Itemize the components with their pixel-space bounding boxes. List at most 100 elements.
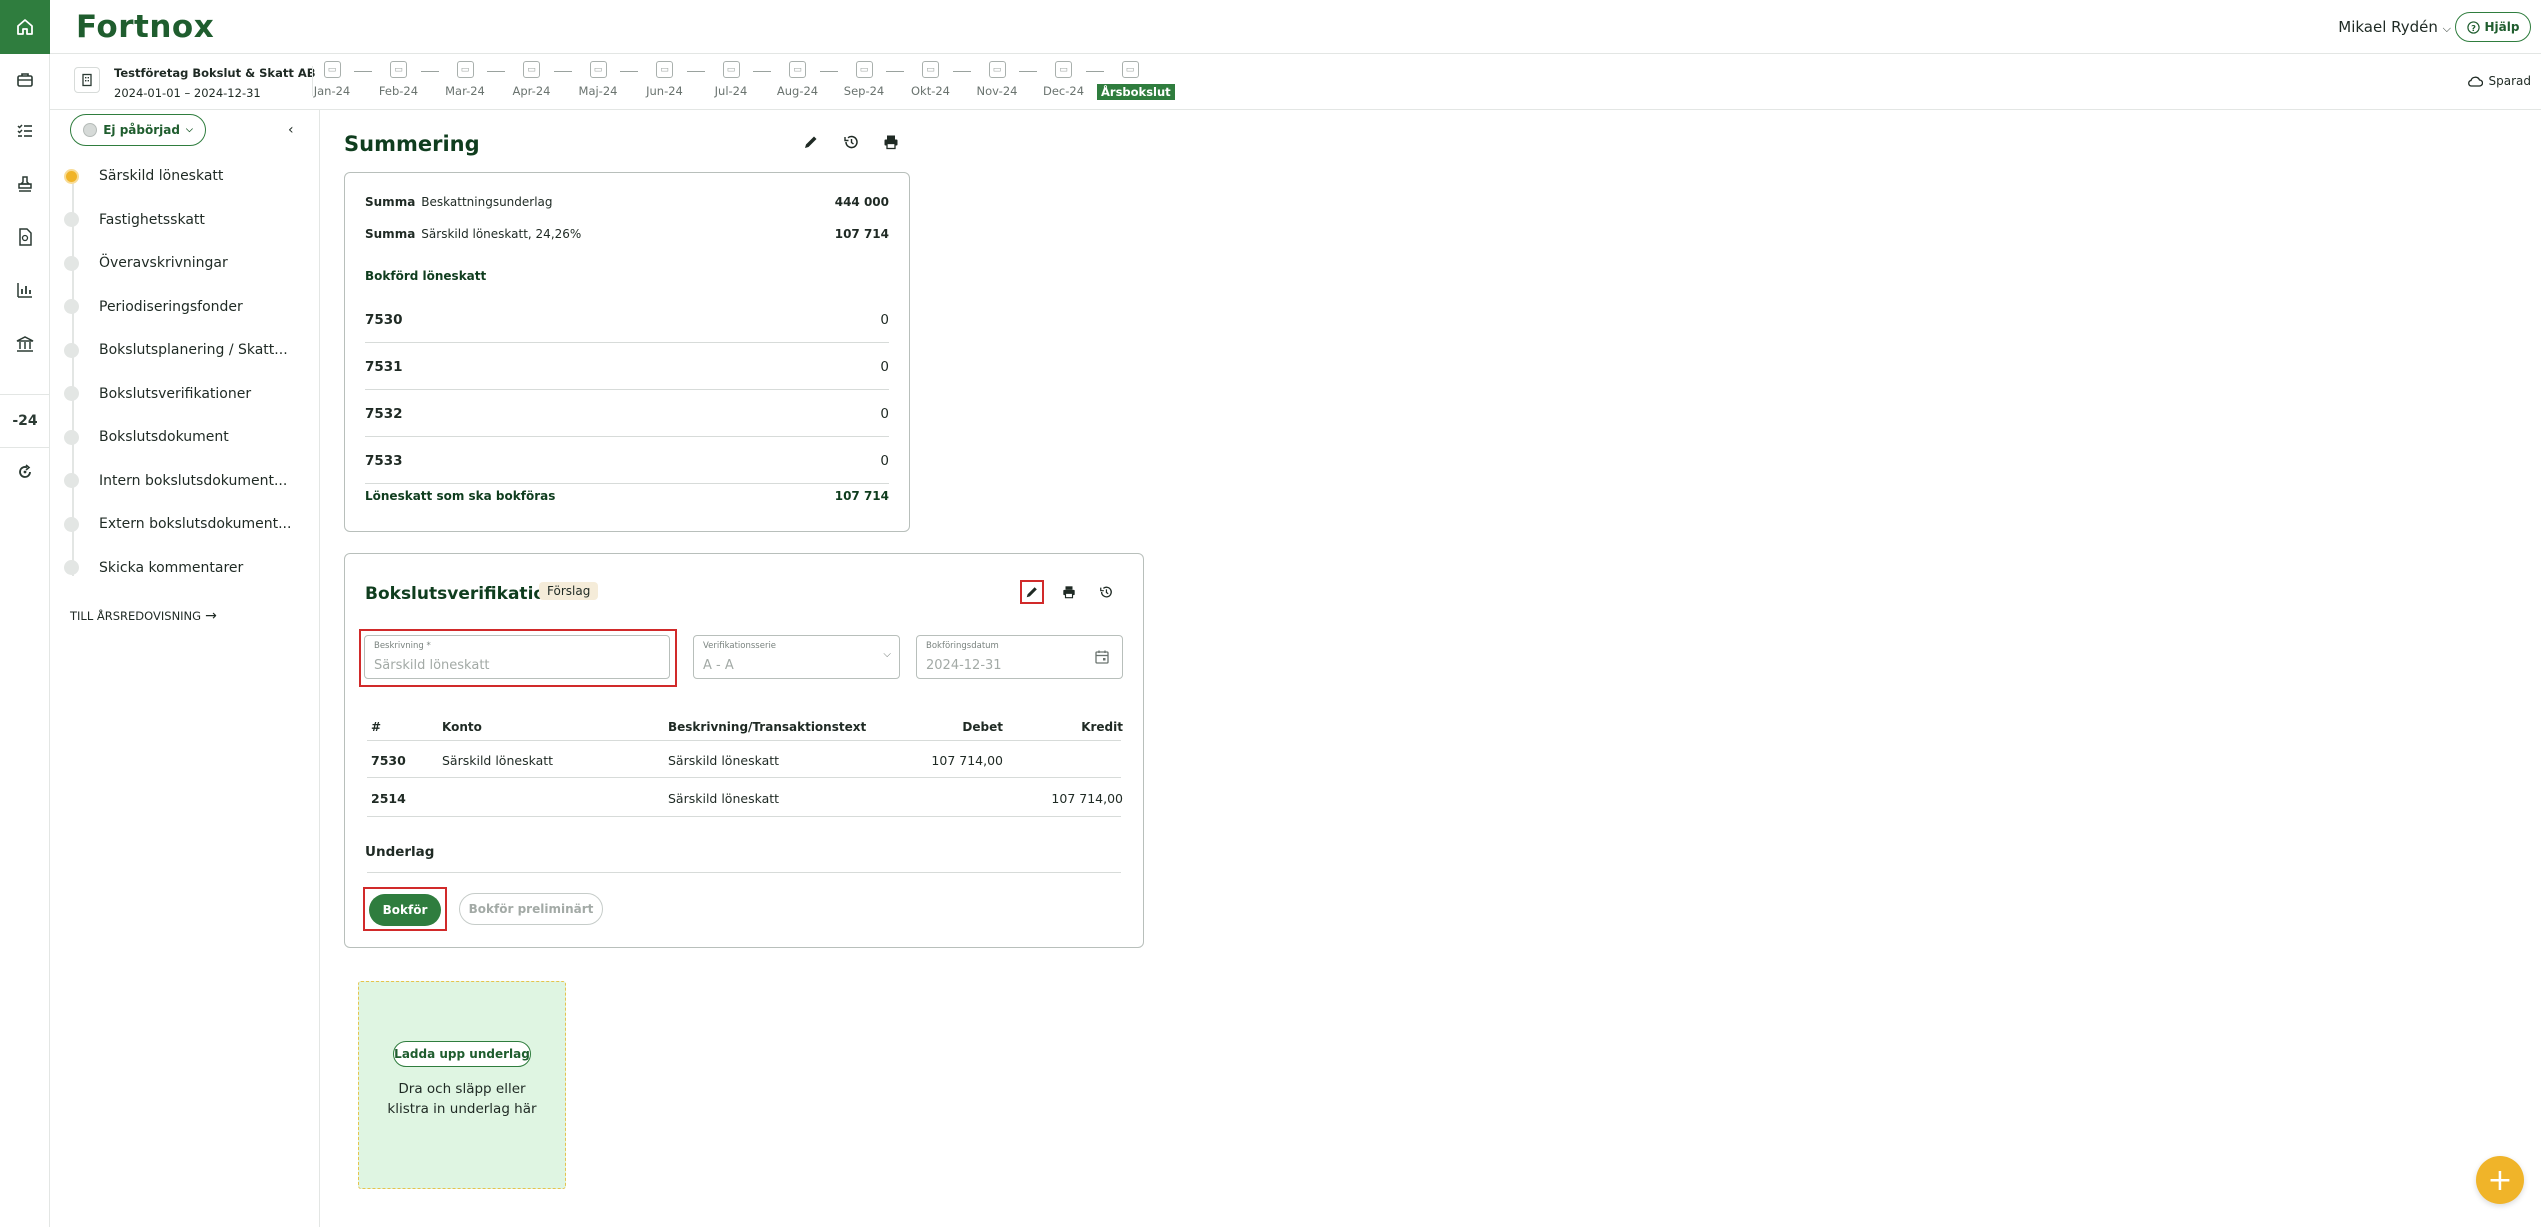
print-icon[interactable] (879, 130, 903, 154)
fortnox-logo[interactable]: Fortnox (76, 9, 214, 45)
sidebar-step-item[interactable]: Bokslutsverifikationer (64, 382, 251, 406)
row-credit: 107 714,00 (1051, 791, 1123, 806)
divider (367, 872, 1121, 873)
month-4[interactable]: ▭ Apr-24 (499, 61, 565, 98)
help-label: Hjälp (2484, 20, 2520, 34)
summary-row-label: Beskattningsunderlag (421, 195, 553, 209)
lock-icon: ▭ (456, 61, 474, 78)
month-9[interactable]: ▭ Sep-24 (831, 61, 897, 98)
table-row[interactable]: 7530 Särskild löneskatt Särskild löneskatt… (367, 740, 1121, 778)
sidebar-step-item[interactable]: Bokslutsdokument (64, 425, 229, 449)
document-icon[interactable] (0, 219, 50, 255)
collapse-sidebar-icon[interactable]: ‹ (288, 122, 294, 138)
checklist-icon[interactable] (0, 113, 50, 149)
print-icon[interactable] (1058, 581, 1080, 603)
summary-row-prefix: Summa (365, 195, 416, 209)
sidebar-step-item[interactable]: Extern bokslutsdokument... (64, 512, 291, 536)
history-icon[interactable] (839, 130, 863, 154)
history-icon[interactable] (1095, 581, 1117, 603)
bar-chart-icon[interactable] (0, 272, 50, 308)
status-dropdown[interactable]: Ej påbörjad ⌵ (70, 114, 206, 146)
year-selector[interactable]: -24 (0, 394, 50, 448)
sidebar-step-item[interactable]: Skicka kommentarer (64, 556, 243, 580)
upload-button[interactable]: Ladda upp underlag (393, 1041, 531, 1067)
month-label: Sep-24 (843, 84, 885, 98)
account-row: 7531 0 (365, 344, 889, 390)
col-header-credit: Kredit (1081, 720, 1123, 734)
series-select[interactable]: Verifikationsserie A - A ⌵ (693, 635, 900, 679)
status-dot-icon (83, 123, 98, 137)
chevron-down-icon: ⌵ (2442, 22, 2451, 35)
description-field[interactable]: Beskrivning * Särskild löneskatt (364, 635, 670, 679)
calendar-icon[interactable] (1094, 649, 1110, 665)
table-row[interactable]: 2514 Särskild löneskatt 107 714,00 (367, 779, 1123, 817)
sidebar-step-label: Bokslutsdokument (99, 429, 229, 445)
edit-icon[interactable] (799, 130, 823, 154)
step-status-icon (64, 516, 79, 532)
refresh-icon[interactable] (0, 454, 50, 490)
row-num: 7530 (371, 753, 406, 768)
summary-card: Summa Beskattningsunderlag 444 000 Summa S… (344, 172, 910, 532)
book-button[interactable]: Bokför (369, 894, 441, 926)
summary-row-value: 444 000 (834, 195, 889, 209)
sidebar-step-label: Bokslutsverifikationer (99, 385, 252, 402)
stamp-icon[interactable] (0, 166, 50, 202)
month-12[interactable]: ▭ Dec-24 (1031, 61, 1097, 98)
month-10[interactable]: ▭ Okt-24 (898, 61, 964, 98)
verification-card: Bokslutsverifikation Förslag Beskrivning… (344, 553, 1144, 948)
month-1[interactable]: ▭ Jan-24 (299, 61, 365, 98)
lock-icon: ▭ (589, 61, 607, 78)
lock-icon: ▭ (323, 61, 341, 78)
lock-icon: ▭ (656, 61, 673, 78)
help-button[interactable]: ? Hjälp (2455, 12, 2531, 42)
month-label: Nov-24 (976, 84, 1018, 98)
cloud-icon (2467, 76, 2483, 87)
month-6[interactable]: ▭ Jun-24 (632, 61, 698, 98)
edit-icon[interactable] (1020, 580, 1044, 604)
upload-dropzone[interactable]: Ladda upp underlag Dra och släpp eller k… (358, 981, 566, 1189)
row-num: 2514 (371, 791, 406, 806)
account-value: 0 (880, 452, 889, 469)
step-status-icon (64, 168, 79, 184)
lock-icon: ▭ (1121, 61, 1139, 78)
sidebar-step-item[interactable]: Särskild löneskatt (64, 164, 223, 188)
to-annual-report-label: TILL ÅRSREDOVISNING (70, 609, 202, 623)
month-2[interactable]: ▭ Feb-24 (366, 61, 432, 98)
sidebar: Ej påbörjad ⌵ ‹ Särskild löneskatt Fastig… (50, 110, 320, 1227)
briefcase-icon[interactable] (0, 62, 50, 98)
month-13[interactable]: ▭ Årsbokslut (1097, 61, 1175, 100)
month-11[interactable]: ▭ Nov-24 (964, 61, 1030, 98)
step-status-icon (64, 473, 79, 488)
home-icon[interactable] (0, 0, 50, 54)
step-status-icon (64, 212, 79, 227)
col-header-debit: Debet (962, 720, 1003, 734)
month-label: Mar-24 (445, 84, 485, 98)
date-value[interactable]: 2024-12-31 (926, 658, 1002, 673)
to-annual-report-link[interactable]: TILL ÅRSREDOVISNING → (70, 608, 217, 624)
bank-icon[interactable] (0, 326, 50, 362)
user-menu[interactable]: Mikael Rydén ⌵ (2338, 18, 2451, 36)
add-fab-button[interactable]: + (2476, 1156, 2524, 1204)
month-5[interactable]: ▭ Maj-24 (565, 61, 631, 98)
building-icon[interactable] (74, 67, 100, 93)
sidebar-step-item[interactable]: Periodiseringsfonder (64, 295, 243, 319)
sidebar-step-item[interactable]: Intern bokslutsdokument... (64, 469, 287, 493)
page-title: Summering (344, 132, 480, 156)
book-preliminary-button[interactable]: Bokför preliminärt (459, 893, 603, 925)
col-header-account: Konto (442, 720, 482, 734)
booked-tax-heading: Bokförd löneskatt (365, 269, 487, 283)
sidebar-step-item[interactable]: Överavskrivningar (64, 251, 228, 275)
date-field[interactable]: Bokföringsdatum 2024-12-31 (916, 635, 1123, 679)
month-7[interactable]: ▭ Jul-24 (698, 61, 764, 98)
month-3[interactable]: ▭ Mar-24 (432, 61, 498, 98)
svg-text:?: ? (2471, 22, 2476, 32)
sidebar-step-item[interactable]: Bokslutsplanering / Skatt... (64, 338, 288, 362)
month-8[interactable]: ▭ Aug-24 (765, 61, 831, 98)
col-header-text: Beskrivning/Transaktionstext (668, 720, 867, 734)
description-input[interactable]: Särskild löneskatt (374, 658, 490, 673)
account-value: 0 (880, 311, 889, 328)
lock-icon: ▭ (722, 61, 740, 78)
sidebar-step-item[interactable]: Fastighetsskatt (64, 208, 205, 232)
description-label: Beskrivning * (374, 641, 431, 651)
chevron-down-icon: ⌵ (185, 125, 193, 135)
